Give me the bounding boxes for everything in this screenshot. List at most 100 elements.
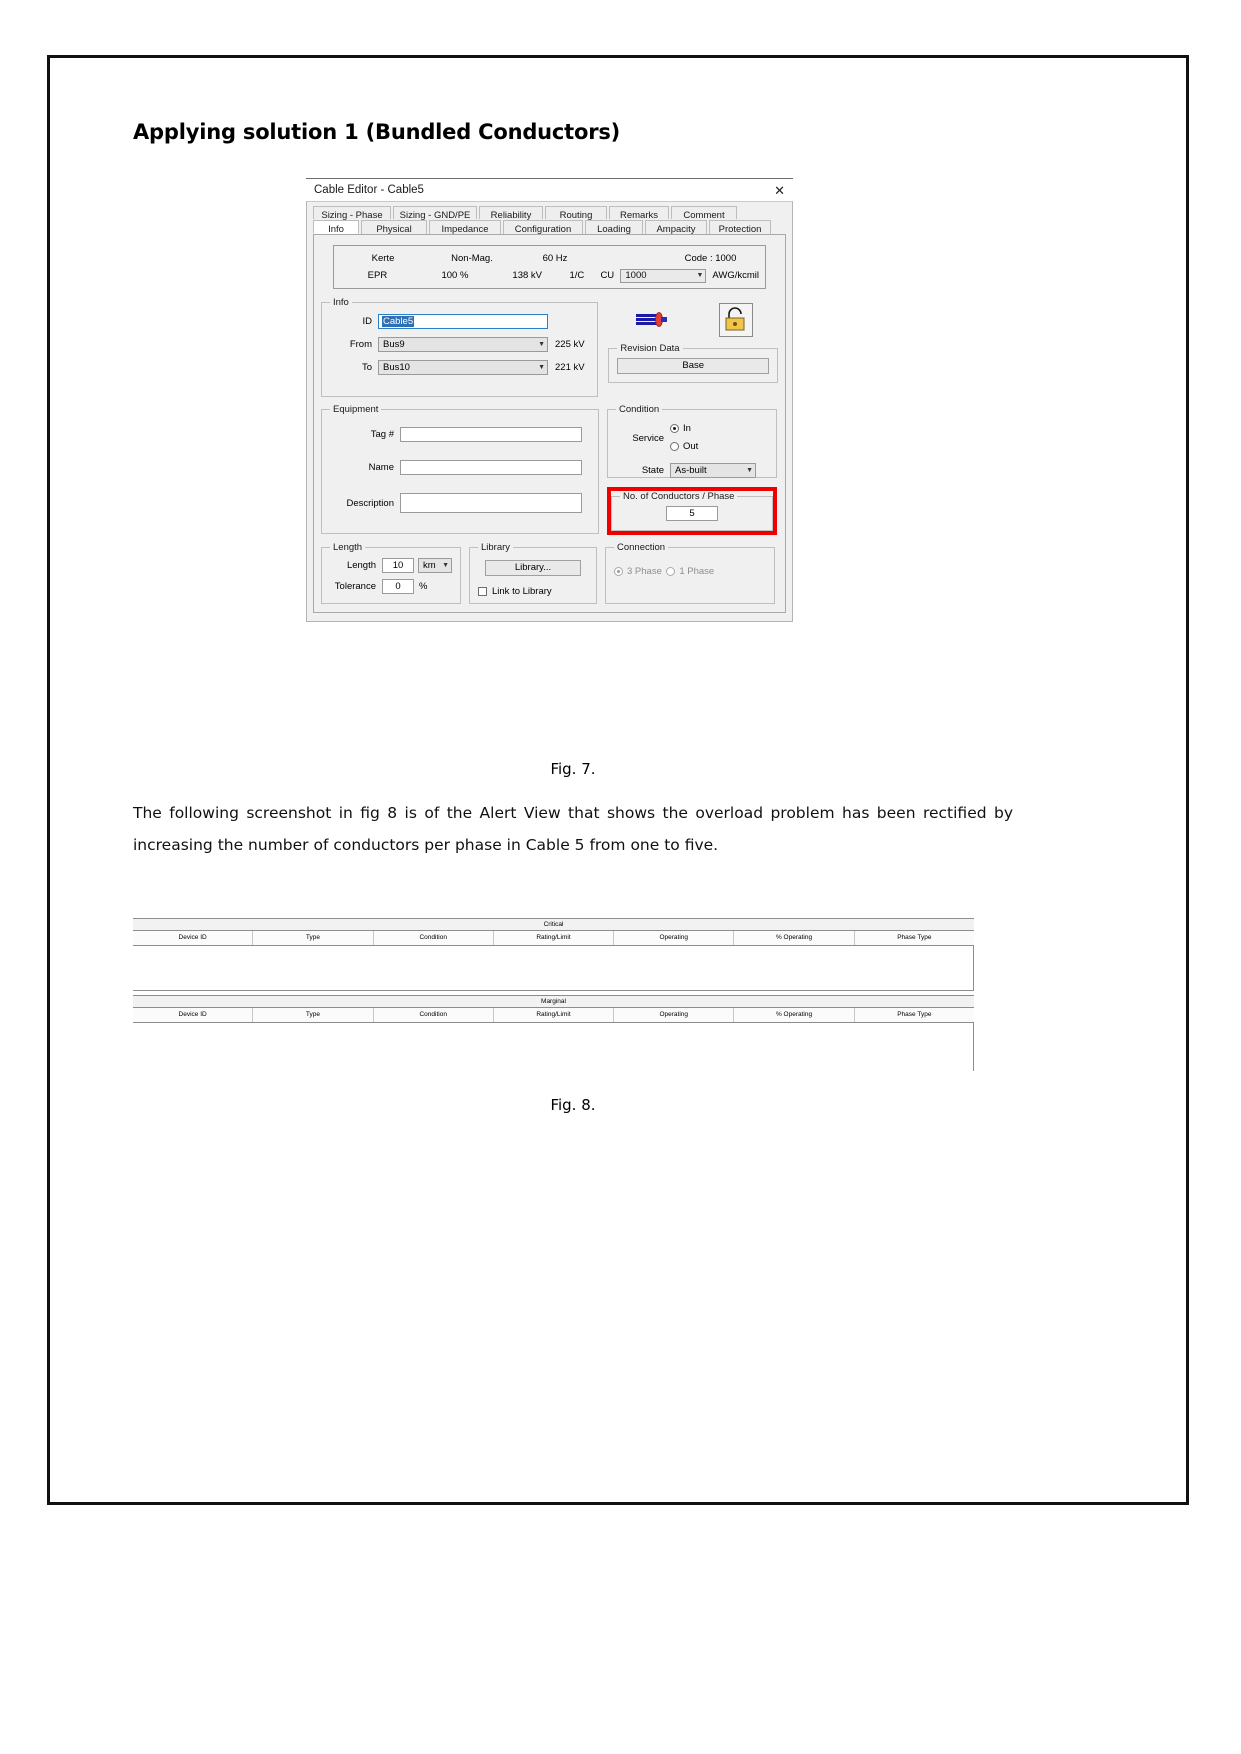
to-select[interactable]: Bus10 ▼ [378,360,548,375]
cable-editor-dialog: Cable Editor - Cable5 ✕ Sizing - Phase S… [306,178,793,622]
cable-conductor-cfg: 1/C [569,270,585,281]
id-label: ID [362,316,373,327]
tolerance-label: Tolerance [334,581,376,592]
info-group: Info ID Cable5 From Bus9 ▼ 225 kV To Bus… [321,297,599,397]
cable-summary-box: Kerte Non-Mag. 60 Hz Code : 1000 EPR 100… [333,245,766,289]
description-input[interactable] [400,493,582,513]
service-out-label: Out [683,441,699,452]
column-percent-operating: % Operating [734,931,855,945]
state-label: State [641,465,664,476]
condition-legend: Condition [619,404,660,415]
name-input[interactable] [400,460,582,475]
document-content: Applying solution 1 (Bundled Conductors) [133,120,1013,154]
alert-rows-marginal [133,1023,974,1071]
one-phase-label: 1 Phase [679,566,715,577]
length-group: Length Length 10 km ▼ Tolerance 0 % [321,542,461,604]
id-input[interactable]: Cable5 [378,314,548,329]
revision-group: Revision Data Base [608,343,778,383]
equipment-legend: Equipment [333,404,379,415]
checkbox-icon [478,587,487,596]
cable-frequency: 60 Hz [542,253,568,264]
radio-dot-icon [670,442,679,451]
service-out-radio[interactable]: Out [670,441,698,452]
tab-sizing-gnd-pe[interactable]: Sizing - GND/PE [393,206,477,221]
tab-routing[interactable]: Routing [545,206,607,221]
tab-protection[interactable]: Protection [709,220,771,235]
radio-dot-icon [670,424,679,433]
cable-material: CU [600,270,615,281]
close-icon[interactable]: ✕ [770,184,789,197]
tab-physical[interactable]: Physical [361,220,427,235]
one-phase-radio[interactable]: 1 Phase [666,566,714,577]
tolerance-input[interactable]: 0 [382,579,414,594]
length-legend: Length [333,542,363,553]
dialog-body: Sizing - Phase Sizing - GND/PE Reliabili… [306,201,793,622]
tab-reliability[interactable]: Reliability [479,206,543,221]
tab-info[interactable]: Info [313,220,359,235]
cable-size-unit: AWG/kcmil [712,270,759,281]
column-phase-type: Phase Type [897,1011,932,1018]
tab-loading[interactable]: Loading [585,220,643,235]
length-input[interactable]: 10 [382,558,414,573]
dialog-title: Cable Editor - Cable5 [314,184,424,196]
three-phase-radio[interactable]: 3 Phase [614,566,662,577]
alert-rows-critical [133,946,974,991]
revision-base-button[interactable]: Base [617,358,769,374]
cable-size-select[interactable]: 1000 ▼ [620,268,707,283]
service-label: Service [632,432,664,444]
equipment-group: Equipment Tag # Name Description [321,404,599,534]
tab-sizing-phase[interactable]: Sizing - Phase [313,206,391,221]
condition-group: Condition Service In Out State As-built … [607,404,777,478]
column-type: Type [253,1008,374,1022]
from-label: From [349,339,372,350]
cable-voltage: 138 kV [512,270,542,281]
dialog-titlebar: Cable Editor - Cable5 ✕ [306,179,793,201]
cable-icon [634,310,668,330]
column-operating: Operating [614,1008,735,1022]
from-value: Bus9 [383,339,405,350]
library-button[interactable]: Library... [485,560,581,576]
column-device-id: Device ID [133,1008,254,1022]
alert-view: Critical Device ID Type Condition Rating… [133,918,974,1071]
chevron-down-icon: ▼ [442,562,449,569]
tab-impedance[interactable]: Impedance [429,220,501,235]
length-unit-select[interactable]: km ▼ [418,558,452,573]
id-value: Cable5 [382,316,415,327]
cable-insulation: EPR [367,270,388,281]
tab-ampacity[interactable]: Ampacity [645,220,707,235]
connection-legend: Connection [617,542,666,553]
link-to-library-checkbox[interactable]: Link to Library [478,586,588,597]
column-operating: Operating [614,931,735,945]
name-label: Name [368,462,394,473]
length-label: Length [346,560,376,571]
lock-icon[interactable] [718,303,753,337]
conductors-per-phase-input[interactable]: 5 [666,506,718,521]
cable-percent: 100 % [441,270,469,281]
from-select[interactable]: Bus9 ▼ [378,337,548,352]
tab-remarks[interactable]: Remarks [609,206,669,221]
service-in-radio[interactable]: In [670,423,691,434]
info-pane: Kerte Non-Mag. 60 Hz Code : 1000 EPR 100… [313,235,786,613]
library-group: Library Library... Link to Library [469,542,597,604]
tag-input[interactable] [400,427,582,442]
chevron-down-icon: ▼ [746,467,753,474]
length-unit-value: km [423,560,436,571]
tab-row-bottom: Info Physical Impedance Configuration Lo… [313,220,786,235]
tab-comment[interactable]: Comment [671,206,737,221]
column-type: Type [253,931,374,945]
to-voltage: 221 kV [555,362,585,373]
connection-group: Connection 3 Phase 1 Phase [605,542,775,604]
tolerance-unit: % [419,581,428,592]
to-label: To [361,362,372,373]
from-voltage: 225 kV [555,339,585,350]
radio-dot-icon [666,567,676,576]
alert-section-title-marginal: Marginal [133,995,974,1008]
tab-configuration[interactable]: Configuration [503,220,583,235]
conductors-group: No. of Conductors / Phase 5 [611,491,773,531]
link-to-library-label: Link to Library [492,586,552,597]
column-rating-limit: Rating/Limit [494,1008,615,1022]
chevron-down-icon: ▼ [696,272,704,279]
state-select[interactable]: As-built ▼ [670,463,756,478]
description-label: Description [346,497,394,509]
to-value: Bus10 [383,362,410,373]
